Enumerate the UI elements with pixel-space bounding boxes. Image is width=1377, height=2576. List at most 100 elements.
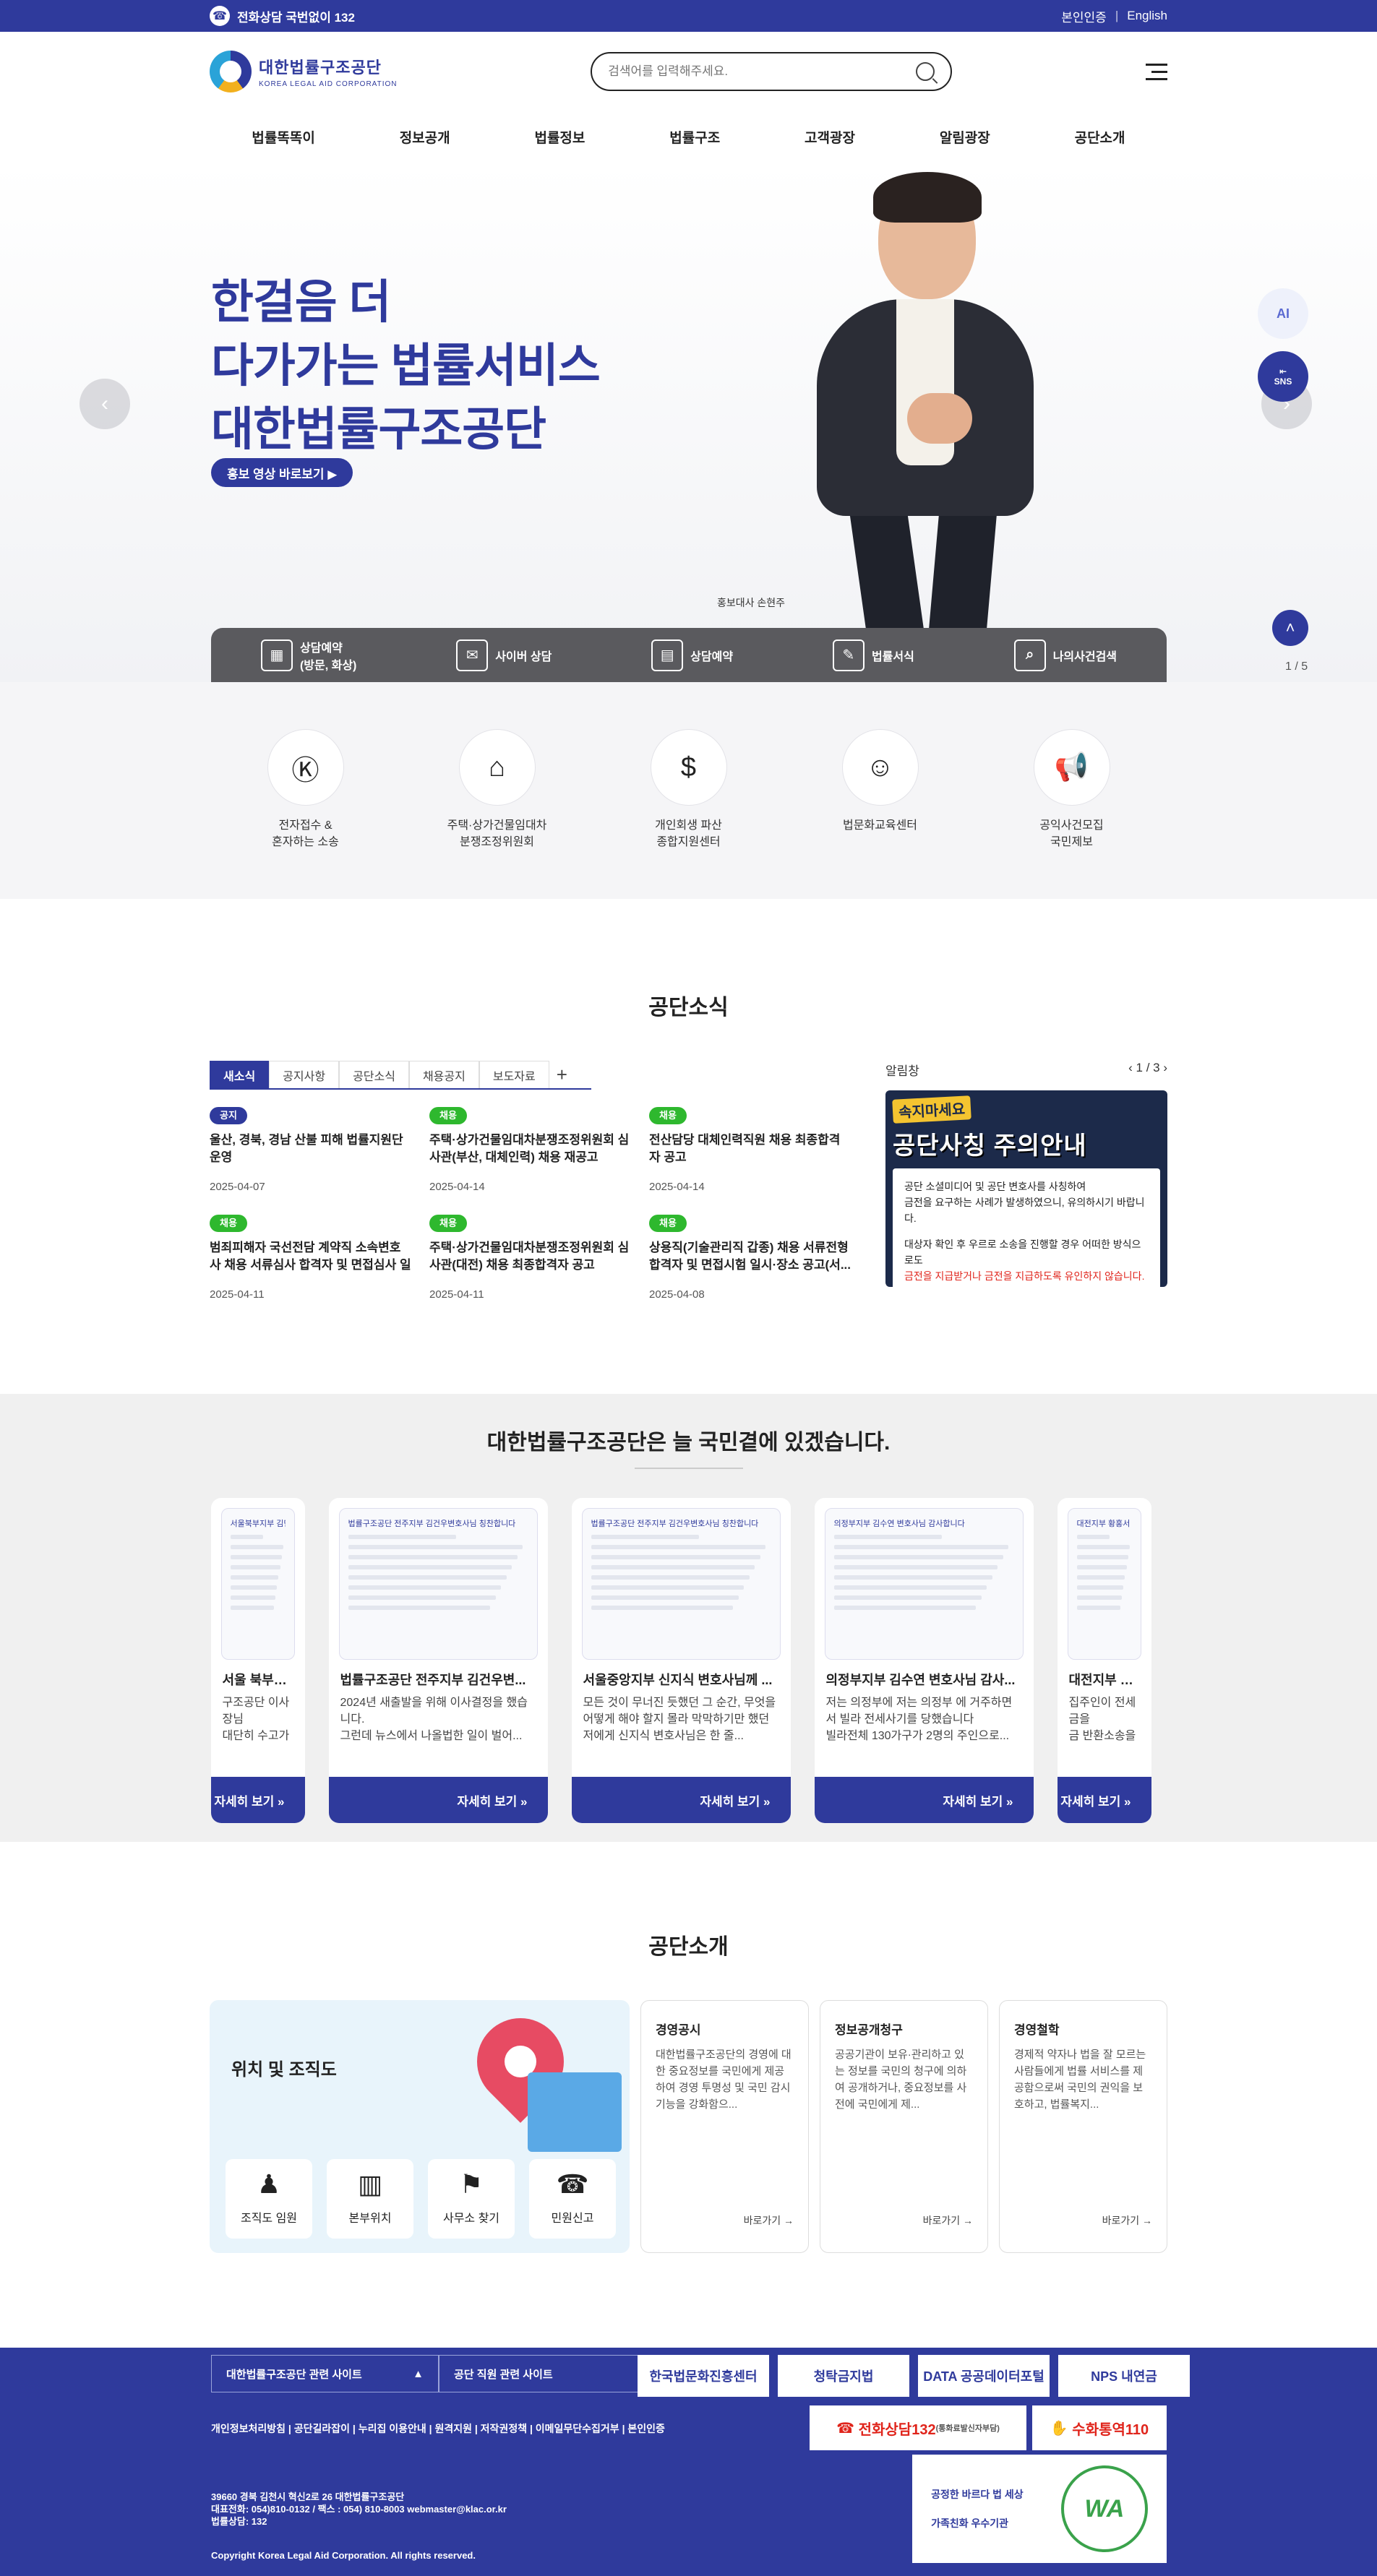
news-title[interactable]: 범죄피해자 국선전담 계약직 소속변호사 채용 서류심사 합격자 및 면접심사 …: [210, 1239, 412, 1274]
intro-card[interactable]: 경영공시 대한법률구조공단의 경영에 대한 중요정보를 국민에게 제공하여 경영 …: [640, 2000, 809, 2253]
notice-text: 금전을 지급받거나 금전을 지급하도록 유인하지 않습니다.: [904, 1270, 1145, 1282]
partner-logo[interactable]: 청탁금지법: [778, 2355, 909, 2397]
section-title: 공단소식: [648, 996, 729, 1020]
auth-link[interactable]: 본인인증: [1061, 7, 1107, 25]
hero-prev-button[interactable]: ‹: [80, 379, 130, 429]
news-item[interactable]: 채용 상용직(기술관리직 갑종) 채용 서류전형 합격자 및 면접시험 일시·장소…: [649, 1215, 851, 1301]
search-input[interactable]: [608, 64, 898, 79]
phone-consult: ☎ 전화상담 국번없이 132: [210, 6, 355, 26]
quick-link-item[interactable]: ☺ 법문화교육센터: [808, 729, 953, 850]
story-thumbnail: 법률구조공단 전주지부 김건우변호사님 칭찬합니다: [581, 1508, 781, 1660]
staff-sites-select[interactable]: 공단 직원 관련 사이트▲: [439, 2355, 666, 2392]
cyber-counsel-icon: ✉: [456, 639, 489, 671]
story-card[interactable]: 서울북부지부 김민서 변호사님 감사... 서울 북부지부 ... 구조공단 이사장…: [210, 1498, 305, 1823]
story-more-button[interactable]: 자세히 보기 »: [1057, 1777, 1151, 1823]
scroll-top-button[interactable]: ˄: [1272, 610, 1308, 646]
news-item[interactable]: 채용 범죄피해자 국선전담 계약직 소속변호사 채용 서류심사 합격자 및 면접심…: [210, 1215, 412, 1301]
megaphone-icon: 📢: [1033, 729, 1110, 806]
quick-service-label: 나의사건검색: [1052, 650, 1118, 663]
quick-link-item[interactable]: $ 개인회생 파산 종합지원센터: [617, 729, 761, 850]
tab-notice[interactable]: 공지사항: [269, 1061, 340, 1088]
tab-corp-news[interactable]: 공단소식: [339, 1061, 409, 1088]
story-more-button[interactable]: 자세히 보기 »: [571, 1777, 791, 1823]
english-link[interactable]: English: [1127, 9, 1167, 23]
news-date: 2025-04-11: [210, 1288, 265, 1301]
nav-item[interactable]: 공단소개: [1075, 127, 1125, 147]
location-button[interactable]: ⚑ 사무소 찾기: [428, 2159, 515, 2239]
promo-video-button[interactable]: 홍보 영상 바로보기 ▶: [211, 458, 353, 487]
location-button[interactable]: ♟ 조직도 임원: [226, 2159, 312, 2239]
location-button[interactable]: ▥ 본부위치: [327, 2159, 413, 2239]
go-link[interactable]: 바로가기 →: [744, 2213, 794, 2228]
notice-banner[interactable]: 속지마세요 공단사칭 주의안내 공단 소셜미디어 및 공단 변호사를 사칭하여 …: [885, 1090, 1167, 1294]
story-card[interactable]: 의정부지부 김수연 변호사님 감사합니다 의정부지부 김수연 변호사님 감사...…: [814, 1498, 1034, 1823]
logo-subtitle: KOREA LEGAL AID CORPORATION: [259, 80, 398, 88]
quick-link-item[interactable]: 📢 공익사건모집 국민제보: [1000, 729, 1144, 850]
quick-service-item[interactable]: ⌕ 나의사건검색: [1013, 639, 1118, 671]
cert-logo: 가족친화 우수기관: [931, 2517, 1009, 2529]
story-card[interactable]: 법률구조공단 전주지부 김건우변호사님 칭찬합니다 법률구조공단 전주지부 김건우…: [328, 1498, 548, 1823]
nav-item[interactable]: 알림광장: [940, 127, 990, 147]
news-date: 2025-04-14: [429, 1181, 485, 1193]
call-note: (통화료발신자부담): [935, 2424, 1000, 2433]
nav-item[interactable]: 법률정보: [534, 127, 585, 147]
nav-item[interactable]: 정보공개: [400, 127, 450, 147]
nav-item[interactable]: 고객광장: [805, 127, 855, 147]
section-title: 대한법률구조공단은 늘 국민곁에 있겠습니다.: [486, 1431, 891, 1455]
partner-logo[interactable]: NPS 내연금: [1058, 2355, 1190, 2397]
partner-logo[interactable]: DATA 공공데이터포털: [918, 2355, 1050, 2397]
address-line: 39660 경북 김천시 혁신2로 26 대한법률구조공단: [211, 2491, 405, 2502]
go-link[interactable]: 바로가기 →: [923, 2213, 973, 2228]
tab-new[interactable]: 새소식: [210, 1061, 270, 1088]
tab-recruit[interactable]: 채용공지: [408, 1061, 479, 1088]
site-logo[interactable]: 대한법률구조공단 KOREA LEGAL AID CORPORATION: [210, 51, 398, 92]
quick-service-item[interactable]: ✉ 사이버 상담: [456, 639, 552, 671]
news-title[interactable]: 주택·상가건물임대차분쟁조정위원회 심사관(대전) 채용 최종합격자 공고: [429, 1239, 632, 1274]
news-title[interactable]: 상용직(기술관리직 갑종) 채용 서류전형 합격자 및 면접시험 일시·장소 공…: [649, 1239, 851, 1274]
location-button[interactable]: ☎ 민원신고: [529, 2159, 616, 2239]
sns-button[interactable]: ⇤ SNS: [1258, 351, 1308, 402]
quick-service-item[interactable]: ▤ 상담예약: [651, 639, 733, 671]
story-desc: 모든 것이 무너진 듯했던 그 순간, 무엇을 어떻게 해야 할지 몰라 막막하…: [583, 1697, 776, 1742]
select-label: 공단 직원 관련 사이트: [454, 2368, 553, 2381]
footer-links[interactable]: 개인정보처리방침 | 공단길라잡이 | 누리집 이용안내 | 원격지원 | 저작…: [211, 2421, 665, 2436]
news-title[interactable]: 주택·상가건물임대차분쟁조정위원회 심사관(부산, 대체인력) 채용 재공고: [429, 1132, 632, 1166]
news-badge: 채용: [429, 1107, 467, 1124]
notice-popup: 알림창 ‹ 1 / 3 › 속지마세요 공단사칭 주의안내 공단 소셜미디어 및…: [885, 1061, 1167, 1301]
search-case-icon: ⌕: [1013, 639, 1046, 671]
story-title: 의정부지부 김수연 변호사님 감사...: [825, 1673, 1016, 1687]
nav-item[interactable]: 법률똑똑이: [252, 127, 314, 147]
news-title[interactable]: 전산담당 대체인력직원 채용 최종합격자 공고: [649, 1132, 851, 1166]
org-chart-icon: ♟: [257, 2169, 281, 2199]
news-tabs: 새소식 공지사항 공단소식 채용공지 보도자료 +: [210, 1061, 591, 1090]
story-card[interactable]: 대전지부 황홍서 변호사님 감사... 대전지부 황홍서 ... 집주인이 전세금을…: [1057, 1498, 1151, 1823]
story-more-button[interactable]: 자세히 보기 »: [210, 1777, 305, 1823]
story-more-button[interactable]: 자세히 보기 »: [814, 1777, 1034, 1823]
news-date: 2025-04-11: [429, 1288, 484, 1301]
quick-service-item[interactable]: ✎ 법률서식: [832, 639, 914, 671]
related-sites-select[interactable]: 대한법률구조공단 관련 사이트 ▲: [211, 2355, 439, 2392]
menu-icon[interactable]: [1146, 63, 1167, 80]
nav-item[interactable]: 법률구조: [669, 127, 720, 147]
ai-chatbot-button[interactable]: AI: [1258, 288, 1308, 339]
notice-label: 알림창: [885, 1064, 919, 1078]
story-desc: 구조공단 이사장님 대단히 수고가 많: [222, 1697, 290, 1742]
intro-card[interactable]: 경영철학 경제적 약자나 법을 잘 모르는 사람들에게 법률 서비스를 제공함으로…: [999, 2000, 1167, 2253]
quick-link-item[interactable]: ⌂ 주택·상가건물임대차 분쟁조정위원회: [425, 729, 570, 850]
news-title[interactable]: 울산, 경북, 경남 산불 피해 법률지원단 운영: [210, 1132, 412, 1166]
news-item[interactable]: 공지 울산, 경북, 경남 산불 피해 법률지원단 운영 2025-04-07: [210, 1107, 412, 1193]
news-item[interactable]: 채용주택·상가건물임대차분쟁조정위원회 심사관(부산, 대체인력) 채용 재공고…: [429, 1107, 632, 1193]
news-item[interactable]: 채용 주택·상가건물임대차분쟁조정위원회 심사관(대전) 채용 최종합격자 공고 2…: [429, 1215, 632, 1301]
news-item[interactable]: 채용 전산담당 대체인력직원 채용 최종합격자 공고 2025-04-14: [649, 1107, 851, 1193]
notice-pager[interactable]: ‹ 1 / 3 ›: [1128, 1061, 1167, 1079]
quick-service-item[interactable]: ▦ 상담예약 (방문, 화상): [260, 638, 356, 673]
quick-link-item[interactable]: Ⓚ 전자접수 & 혼자하는 소송: [233, 729, 378, 850]
more-plus-icon[interactable]: +: [557, 1064, 567, 1086]
intro-card[interactable]: 정보공개청구 공공기관이 보유·관리하고 있는 정보를 국민의 청구에 의하여 공…: [820, 2000, 988, 2253]
story-more-button[interactable]: 자세히 보기 »: [328, 1777, 548, 1823]
search-icon[interactable]: [916, 62, 935, 81]
go-link[interactable]: 바로가기 →: [1102, 2213, 1152, 2228]
tab-press[interactable]: 보도자료: [479, 1061, 549, 1088]
story-card[interactable]: 법률구조공단 전주지부 김건우변호사님 칭찬합니다 서울중앙지부 신지식 변호사님…: [571, 1498, 791, 1823]
partner-logo[interactable]: 한국법문화진흥센터: [638, 2355, 769, 2397]
